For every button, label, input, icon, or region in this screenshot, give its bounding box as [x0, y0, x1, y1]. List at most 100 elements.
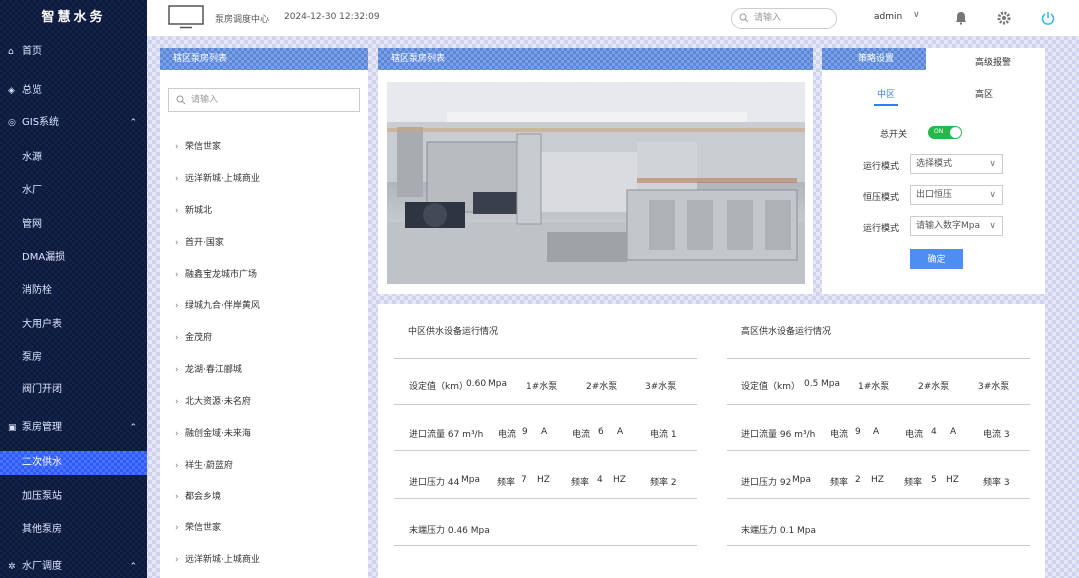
- mid-pump1-current-unit: A: [541, 427, 548, 437]
- bell-icon[interactable]: [953, 10, 969, 26]
- sidebar-item-big-meter[interactable]: 大用户表: [0, 313, 147, 337]
- run-mode-label: 运行模式: [863, 162, 900, 172]
- tab-zone-high[interactable]: 高区: [975, 87, 993, 100]
- settings-icon: ✲: [8, 562, 16, 572]
- sidebar-item-pipe-network[interactable]: 管网: [0, 213, 147, 237]
- high-outlet-pressure: 末端压力 0.1 Mpa: [741, 526, 817, 536]
- sidebar-item-booster-station[interactable]: 加压泵站: [0, 485, 147, 509]
- chevron-right-icon: ›: [175, 523, 179, 533]
- tree-item-label: 融鑫宝龙城市广场: [185, 270, 258, 280]
- toggle-knob: [950, 127, 961, 138]
- tree-item[interactable]: › 首开·国家: [175, 235, 224, 248]
- tree-item[interactable]: › 北大资源·未名府: [175, 394, 251, 407]
- chevron-right-icon: ›: [175, 142, 179, 152]
- tree-item[interactable]: › 荣信世家: [175, 520, 221, 533]
- mid-pump2-current-value: 6: [598, 427, 604, 437]
- sidebar-item-label: 阀门开闭: [22, 384, 62, 395]
- mid-set-pressure-label: 设定值（km）: [409, 382, 468, 392]
- master-switch-toggle[interactable]: ON: [928, 126, 962, 139]
- mid-pump2-label: 2#水泵: [586, 382, 618, 392]
- pressure-value-select[interactable]: 请输入数字Mpa ∨: [910, 216, 1003, 236]
- mid-inlet-pressure: 进口压力 44: [409, 478, 460, 488]
- tree-item[interactable]: › 金茂府: [175, 330, 212, 343]
- high-inlet-pressure-unit: Mpa: [792, 475, 811, 485]
- sidebar-item-dma[interactable]: DMA漏损: [0, 246, 147, 270]
- tree-item[interactable]: › 远洋新城·上城商业: [175, 552, 260, 565]
- chevron-right-icon: ›: [175, 492, 179, 502]
- chevron-right-icon: ›: [175, 429, 179, 439]
- tree-item-label: 融创金域·未来海: [185, 429, 251, 439]
- sidebar-item-pump-management[interactable]: ▣ 泵房管理 ⌃: [0, 416, 147, 440]
- sidebar-item-other-pumps[interactable]: 其他泵房: [0, 518, 147, 542]
- tree-item[interactable]: › 祥生·蔚蓝府: [175, 458, 233, 471]
- sidebar-item-water-plant[interactable]: 水厂: [0, 179, 147, 203]
- tree-item[interactable]: › 绿城九合·伴岸黄风: [175, 298, 260, 311]
- tab-zone-mid[interactable]: 中区: [877, 87, 895, 100]
- sidebar-item-overview[interactable]: ◈ 总览: [0, 79, 147, 103]
- top-header: 泵房调度中心 2024-12-30 12:32:09 请输入 admin ∨: [147, 0, 1079, 36]
- gear-icon[interactable]: [996, 10, 1012, 26]
- divider: [394, 358, 697, 359]
- high-set-pressure-label: 设定值（km）: [741, 382, 800, 392]
- sidebar-item-home[interactable]: ⌂ 首页: [0, 40, 147, 64]
- run-mode-select[interactable]: 选择模式 ∨: [910, 154, 1003, 174]
- tree-item[interactable]: › 融创金域·未来海: [175, 426, 251, 439]
- search-icon: [176, 95, 186, 105]
- sidebar-item-secondary-supply[interactable]: 二次供水: [0, 451, 147, 475]
- tree-item[interactable]: › 荣信世家: [175, 139, 221, 152]
- tree-item[interactable]: › 远洋新城·上城商业: [175, 171, 260, 184]
- sidebar-item-valve[interactable]: 阀门开闭: [0, 378, 147, 402]
- sidebar-item-label: DMA漏损: [22, 252, 66, 263]
- status-panel: [378, 304, 1045, 578]
- chevron-right-icon: ›: [175, 206, 179, 216]
- mid-inlet-pressure-unit: Mpa: [461, 475, 480, 485]
- pressure-mode-select[interactable]: 出口恒压 ∨: [910, 185, 1003, 205]
- app-logo: 智慧水务: [41, 10, 106, 25]
- chevron-right-icon: ›: [175, 270, 179, 280]
- power-icon[interactable]: [1040, 10, 1056, 26]
- header-search-input[interactable]: 请输入: [731, 8, 837, 29]
- tree-item[interactable]: › 龙湖·春江郦城: [175, 362, 242, 375]
- sidebar-item-label: 管网: [22, 219, 42, 230]
- mid-pump2-freq-label: 频率: [571, 478, 590, 488]
- high-pump1-freq-unit: HZ: [871, 475, 884, 485]
- mid-pump1-current-label: 电流: [498, 430, 517, 440]
- high-pump1-current-unit: A: [873, 427, 880, 437]
- tree-search-input[interactable]: 请输入: [168, 88, 360, 112]
- sidebar-item-water-source[interactable]: 水源: [0, 146, 147, 170]
- pressure-mode-label: 恒压模式: [863, 193, 900, 203]
- sidebar-item-plant-dispatch[interactable]: ✲ 水厂调度 ⌃: [0, 555, 147, 578]
- tree-item[interactable]: › 都会乡境: [175, 489, 221, 502]
- chevron-up-icon: ⌃: [129, 118, 137, 128]
- sidebar-item-label: 首页: [22, 46, 42, 57]
- tree-item-label: 远洋新城·上城商业: [185, 555, 260, 565]
- mid-pump2-current-label: 电流: [572, 430, 591, 440]
- tree-item[interactable]: › 融鑫宝龙城市广场: [175, 267, 257, 280]
- high-pump3-label: 3#水泵: [978, 382, 1010, 392]
- sidebar-item-hydrant[interactable]: 消防栓: [0, 279, 147, 303]
- high-pump2-freq-label: 频率: [904, 478, 923, 488]
- tree-item-label: 荣信世家: [185, 142, 222, 152]
- tree-item-label: 首开·国家: [185, 238, 224, 248]
- high-set-pressure-unit: Mpa: [821, 379, 840, 389]
- sidebar-item-pump-room[interactable]: 泵房: [0, 346, 147, 370]
- confirm-button[interactable]: 确定: [910, 249, 963, 269]
- mid-pump3-freq: 频率 2: [650, 478, 677, 488]
- tab-advanced-alarm[interactable]: 高级报警: [975, 55, 1011, 68]
- select-value: 请输入数字Mpa: [916, 221, 980, 231]
- tab-strategy[interactable]: 策略设置: [822, 48, 926, 70]
- mid-pump1-freq-value: 7: [521, 475, 527, 485]
- tree-item-label: 绿城九合·伴岸黄风: [185, 301, 260, 311]
- sidebar-item-gis[interactable]: ◎ GIS系统 ⌃: [0, 111, 147, 135]
- pump-room-photo: [387, 82, 805, 284]
- user-name[interactable]: admin: [874, 12, 902, 22]
- search-placeholder: 请输入: [191, 95, 219, 105]
- chevron-down-icon[interactable]: ∨: [913, 10, 920, 20]
- divider: [727, 358, 1030, 359]
- tree-item[interactable]: › 新城北: [175, 203, 212, 216]
- sidebar-item-label: 大用户表: [22, 319, 62, 330]
- mid-pump1-current-value: 9: [522, 427, 528, 437]
- panel-header: 辖区泵房列表: [160, 48, 368, 70]
- mid-outlet-pressure: 末端压力 0.46 Mpa: [409, 526, 490, 536]
- tree-item-label: 祥生·蔚蓝府: [185, 461, 233, 471]
